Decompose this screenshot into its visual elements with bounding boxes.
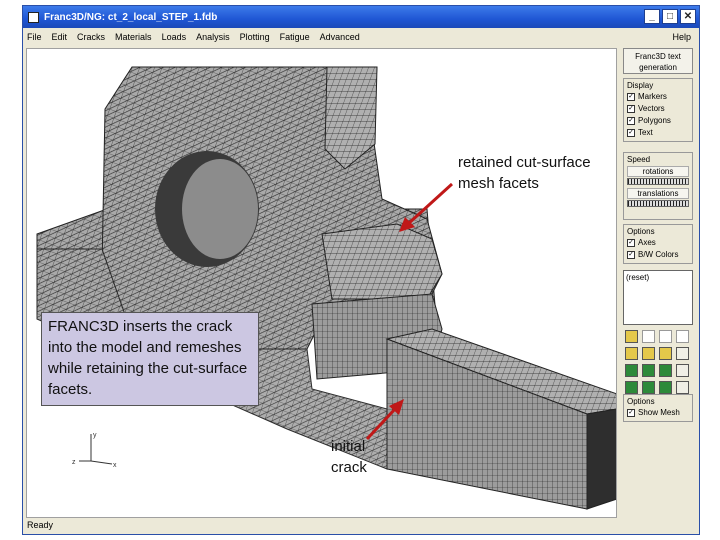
menu-help[interactable]: Help	[672, 32, 691, 42]
menu-fatigue[interactable]: Fatigue	[280, 32, 310, 42]
polygons-label: Polygons	[638, 116, 671, 125]
tool-icon[interactable]	[625, 364, 638, 377]
options2-label: Options	[627, 397, 655, 406]
tool-icon[interactable]	[659, 330, 672, 343]
menu-edit[interactable]: Edit	[52, 32, 68, 42]
checkbox-icon[interactable]: ✓	[627, 128, 635, 137]
show-mesh-row[interactable]: ✓ Show Mesh	[627, 407, 689, 418]
bore-hole-inner	[182, 159, 258, 259]
checkbox-icon[interactable]: ✓	[627, 116, 635, 125]
bw-colors-label: B/W Colors	[638, 250, 679, 259]
text-generation-button[interactable]: Franc3D text generation	[623, 48, 693, 74]
translations-label: translations	[627, 188, 689, 199]
text-label: Text	[638, 128, 653, 137]
menu-cracks[interactable]: Cracks	[77, 32, 105, 42]
checkbox-icon[interactable]: ✓	[627, 408, 635, 417]
checkbox-icon[interactable]: ✓	[627, 238, 635, 247]
menu-file[interactable]: File	[27, 32, 42, 42]
tool-icon[interactable]	[625, 381, 638, 394]
cut-surface-ledge	[321, 223, 443, 300]
extension-end	[586, 408, 616, 510]
checkbox-icon[interactable]: ✓	[627, 92, 635, 101]
rotations-label: rotations	[627, 166, 689, 177]
tool-icon[interactable]	[676, 381, 689, 394]
vectors-label: Vectors	[638, 104, 665, 113]
tool-icon[interactable]	[659, 381, 672, 394]
status-bar: Ready	[23, 518, 699, 534]
tool-icon[interactable]	[642, 381, 655, 394]
speed-label: Speed	[627, 155, 651, 164]
display-text-row[interactable]: ✓ Text	[627, 127, 689, 138]
axis-y-glyph: y	[93, 432, 97, 439]
control-panel: Franc3D text generation Display ✓ Markers…	[621, 48, 697, 518]
window-title: Franc3D/NG: ct_2_local_STEP_1.fdb	[44, 11, 218, 23]
mesh-model-svg: y x z	[36, 66, 616, 510]
display-polygons-row[interactable]: ✓ Polygons	[627, 115, 689, 126]
checkbox-icon[interactable]: ✓	[627, 104, 635, 113]
view-listbox[interactable]: (reset)	[623, 270, 693, 325]
rotations-slider[interactable]	[627, 178, 689, 185]
axis-z-glyph: z	[72, 459, 76, 466]
tool-icon[interactable]	[625, 347, 638, 360]
axes-label: Axes	[638, 238, 656, 247]
tool-icon[interactable]	[676, 364, 689, 377]
tool-icon[interactable]	[625, 330, 638, 343]
speed-group: Speed rotations translations	[623, 152, 693, 220]
model-viewport[interactable]: y x z	[26, 48, 617, 518]
maximize-button[interactable]: □	[662, 9, 678, 24]
menu-plotting[interactable]: Plotting	[240, 32, 270, 42]
show-mesh-label: Show Mesh	[638, 408, 680, 417]
menu-bar: File Edit Cracks Materials Loads Analysi…	[23, 28, 699, 46]
axis-x-glyph: x	[113, 462, 117, 469]
initial-crack-label: initial crack	[331, 438, 367, 476]
options2-group: Options ✓ Show Mesh	[623, 394, 693, 422]
display-label: Display	[627, 81, 654, 90]
options-bw-row[interactable]: ✓ B/W Colors	[627, 249, 689, 260]
tool-icon[interactable]	[676, 330, 689, 343]
menu-analysis[interactable]: Analysis	[196, 32, 230, 42]
markers-label: Markers	[638, 92, 667, 101]
retained-facets-label: retained cut-surface mesh facets	[458, 154, 591, 192]
tool-icon[interactable]	[642, 347, 655, 360]
display-group: Display ✓ Markers ✓ Vectors ✓ Polygons ✓ Tex…	[623, 78, 693, 142]
display-markers-row[interactable]: ✓ Markers	[627, 91, 689, 102]
minimize-button[interactable]: _	[644, 9, 660, 24]
menu-advanced[interactable]: Advanced	[320, 32, 360, 42]
options-group: Options ✓ Axes ✓ B/W Colors	[623, 224, 693, 264]
tool-icon[interactable]	[659, 364, 672, 377]
callout-box: FRANC3D inserts the crack into the model…	[41, 312, 259, 406]
tool-icon[interactable]	[642, 364, 655, 377]
tool-grid	[625, 330, 691, 394]
tool-icon[interactable]	[642, 330, 655, 343]
menu-loads[interactable]: Loads	[162, 32, 187, 42]
app-icon	[28, 11, 39, 23]
menu-materials[interactable]: Materials	[115, 32, 152, 42]
display-vectors-row[interactable]: ✓ Vectors	[627, 103, 689, 114]
tool-icon[interactable]	[676, 347, 689, 360]
options-label: Options	[627, 227, 655, 236]
tool-icon[interactable]	[659, 347, 672, 360]
checkbox-icon[interactable]: ✓	[627, 250, 635, 259]
close-button[interactable]: ✕	[680, 9, 696, 24]
title-bar: Franc3D/NG: ct_2_local_STEP_1.fdb _ □ ✕	[23, 6, 699, 28]
options-axes-row[interactable]: ✓ Axes	[627, 237, 689, 248]
translations-slider[interactable]	[627, 200, 689, 207]
